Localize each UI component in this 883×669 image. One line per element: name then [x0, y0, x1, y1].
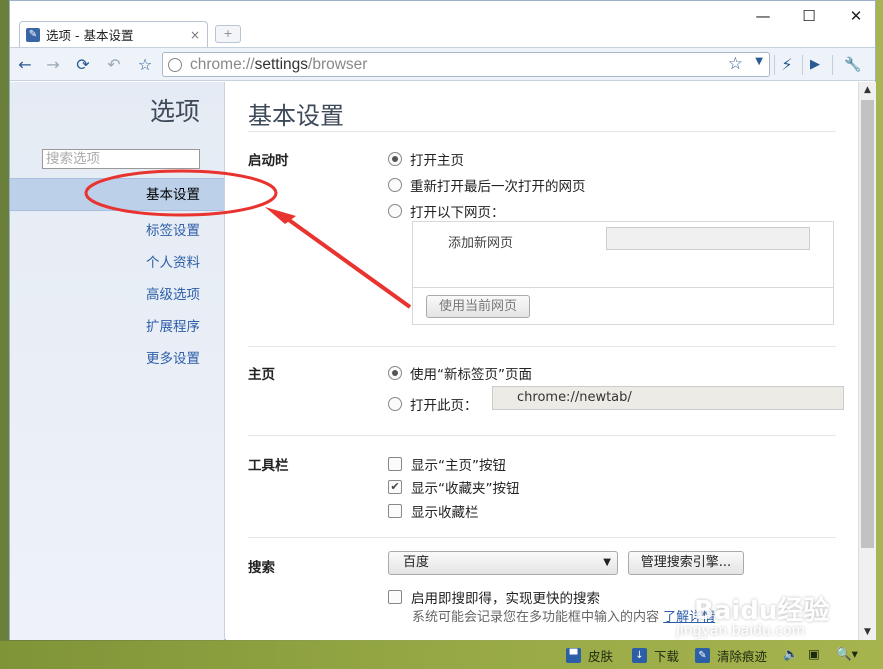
homepage-url-field[interactable]: chrome://newtab/ [492, 386, 844, 410]
divider [248, 435, 836, 436]
scroll-down-icon[interactable]: ▼ [859, 624, 876, 640]
checkbox[interactable] [388, 504, 402, 518]
close-window-button[interactable]: ✕ [840, 5, 872, 27]
startup-option-homepage[interactable]: 打开主页 [388, 149, 464, 169]
radio-icon[interactable] [388, 366, 402, 380]
reload-button[interactable]: ⟳ [72, 54, 94, 76]
play-icon[interactable]: ▶ [804, 54, 826, 76]
browser-window: ✎ 选项 - 基本设置 × + — ☐ ✕ ← → ⟳ ↶ ☆ chrome:/… [9, 0, 876, 640]
scroll-thumb[interactable] [861, 100, 874, 548]
show-home-button-option[interactable]: 显示“主页”按钮 [388, 454, 506, 474]
instant-search-note: 系统可能会记录您在多功能框中输入的内容 了解详情 [412, 610, 716, 625]
toolbar-divider [832, 55, 833, 75]
radio-icon[interactable] [388, 204, 402, 218]
add-page-label: 添加新网页 [448, 236, 514, 251]
sidebar-item-advanced[interactable]: 高级选项 [146, 283, 200, 303]
checkbox-checked[interactable]: ✔ [388, 480, 402, 494]
sidebar-item-basic[interactable]: 基本设置 [10, 178, 224, 211]
radio-icon[interactable] [388, 397, 402, 411]
sidebar-item-profile[interactable]: 个人资料 [146, 251, 200, 271]
status-bar: ▀ 皮肤 ↓ 下载 ✎ 清除痕迹 🔈 ▣ 🔍▾ [0, 641, 883, 669]
tab-close-button[interactable]: × [190, 28, 200, 42]
homepage-option-newtab[interactable]: 使用“新标签页”页面 [388, 363, 532, 383]
add-page-input[interactable] [606, 227, 810, 250]
homepage-label: 主页 [248, 367, 275, 383]
search-icon[interactable]: 🔍▾ [836, 646, 858, 662]
search-label: 搜索 [248, 560, 275, 576]
forward-button[interactable]: → [42, 54, 64, 76]
checkbox[interactable] [388, 457, 402, 471]
sidebar-item-more[interactable]: 更多设置 [146, 347, 200, 367]
bookmark-button[interactable]: ☆ [134, 54, 156, 76]
startup-option-pages[interactable]: 打开以下网页： [388, 201, 505, 221]
scroll-up-icon[interactable]: ▲ [859, 82, 876, 98]
tab-title: 选项 - 基本设置 [46, 28, 134, 43]
address-bar[interactable]: chrome://settings/browser ☆ ▼ [162, 52, 770, 77]
tab-options[interactable]: ✎ 选项 - 基本设置 × [19, 21, 208, 47]
use-current-pages-button[interactable]: 使用当前网页 [426, 295, 530, 318]
sidebar-item-tabs[interactable]: 标签设置 [146, 219, 200, 239]
volume-icon[interactable]: 🔈 [783, 646, 799, 662]
toolbar-label: 工具栏 [248, 458, 289, 474]
skin-icon: ▀ [566, 648, 581, 663]
startup-option-restore[interactable]: 重新打开最后一次打开的网页 [388, 175, 586, 195]
manage-search-engines-button[interactable]: 管理搜索引擎... [628, 551, 744, 575]
divider [413, 287, 833, 288]
nav-toolbar: ← → ⟳ ↶ ☆ chrome://settings/browser ☆ ▼ … [10, 47, 875, 81]
chevron-down-icon: ▼ [603, 557, 611, 568]
flash-icon[interactable]: ⚡ [776, 54, 798, 76]
homepage-option-url[interactable]: 打开此页： [388, 394, 478, 414]
star-icon[interactable]: ☆ [728, 54, 743, 74]
search-input[interactable]: 搜索选项 [42, 149, 200, 169]
download-icon: ↓ [632, 648, 647, 663]
download-button[interactable]: ↓ 下载 [632, 646, 679, 665]
sidebar: 选项 搜索选项 基本设置 标签设置 个人资料 高级选项 扩展程序 更多设置 [10, 82, 225, 640]
clear-traces-button[interactable]: ✎ 清除痕迹 [695, 646, 767, 665]
radio-icon[interactable] [388, 152, 402, 166]
divider [248, 346, 836, 347]
skin-button[interactable]: ▀ 皮肤 [566, 646, 613, 665]
monitor-icon[interactable]: ▣ [808, 646, 820, 661]
chevron-down-icon[interactable]: ▼ [755, 56, 763, 67]
new-tab-button[interactable]: + [215, 25, 241, 43]
startup-pages-list: 添加新网页 使用当前网页 [412, 221, 834, 325]
globe-icon [168, 58, 182, 72]
show-bookmarks-bar-option[interactable]: 显示收藏栏 [388, 501, 479, 521]
minimize-button[interactable]: — [747, 5, 779, 27]
baidu-watermark: Baidu经验 jingyan.baidu.com [676, 596, 830, 639]
divider [248, 131, 836, 132]
back-button[interactable]: ← [14, 54, 36, 76]
page-title: 基本设置 [248, 102, 344, 130]
show-favorites-button-option[interactable]: ✔ 显示“收藏夹”按钮 [388, 477, 520, 497]
wrench-icon: ✎ [26, 27, 40, 42]
url-text[interactable]: chrome://settings/browser [190, 56, 367, 74]
search-engine-select[interactable]: 百度 ▼ [388, 551, 618, 575]
instant-search-option[interactable]: 启用即搜即得，实现更快的搜索 [388, 587, 600, 607]
checkbox[interactable] [388, 590, 402, 604]
radio-icon[interactable] [388, 178, 402, 192]
settings-content: 基本设置 启动时 打开主页 重新打开最后一次打开的网页 打开以下网页： 添加新网… [226, 82, 858, 640]
scrollbar[interactable]: ▲ ▼ [858, 82, 876, 640]
startup-label: 启动时 [248, 153, 289, 169]
sidebar-item-extensions[interactable]: 扩展程序 [146, 315, 200, 335]
undo-close-button[interactable]: ↶ [103, 54, 125, 76]
title-bar: ✎ 选项 - 基本设置 × + — ☐ ✕ [10, 1, 875, 47]
toolbar-divider [802, 55, 803, 75]
toolbar-divider [774, 55, 775, 75]
wrench-menu-icon[interactable]: 🔧 [842, 54, 864, 76]
divider [248, 537, 836, 538]
broom-icon: ✎ [695, 648, 710, 663]
sidebar-title: 选项 [149, 97, 200, 126]
maximize-button[interactable]: ☐ [793, 5, 825, 27]
